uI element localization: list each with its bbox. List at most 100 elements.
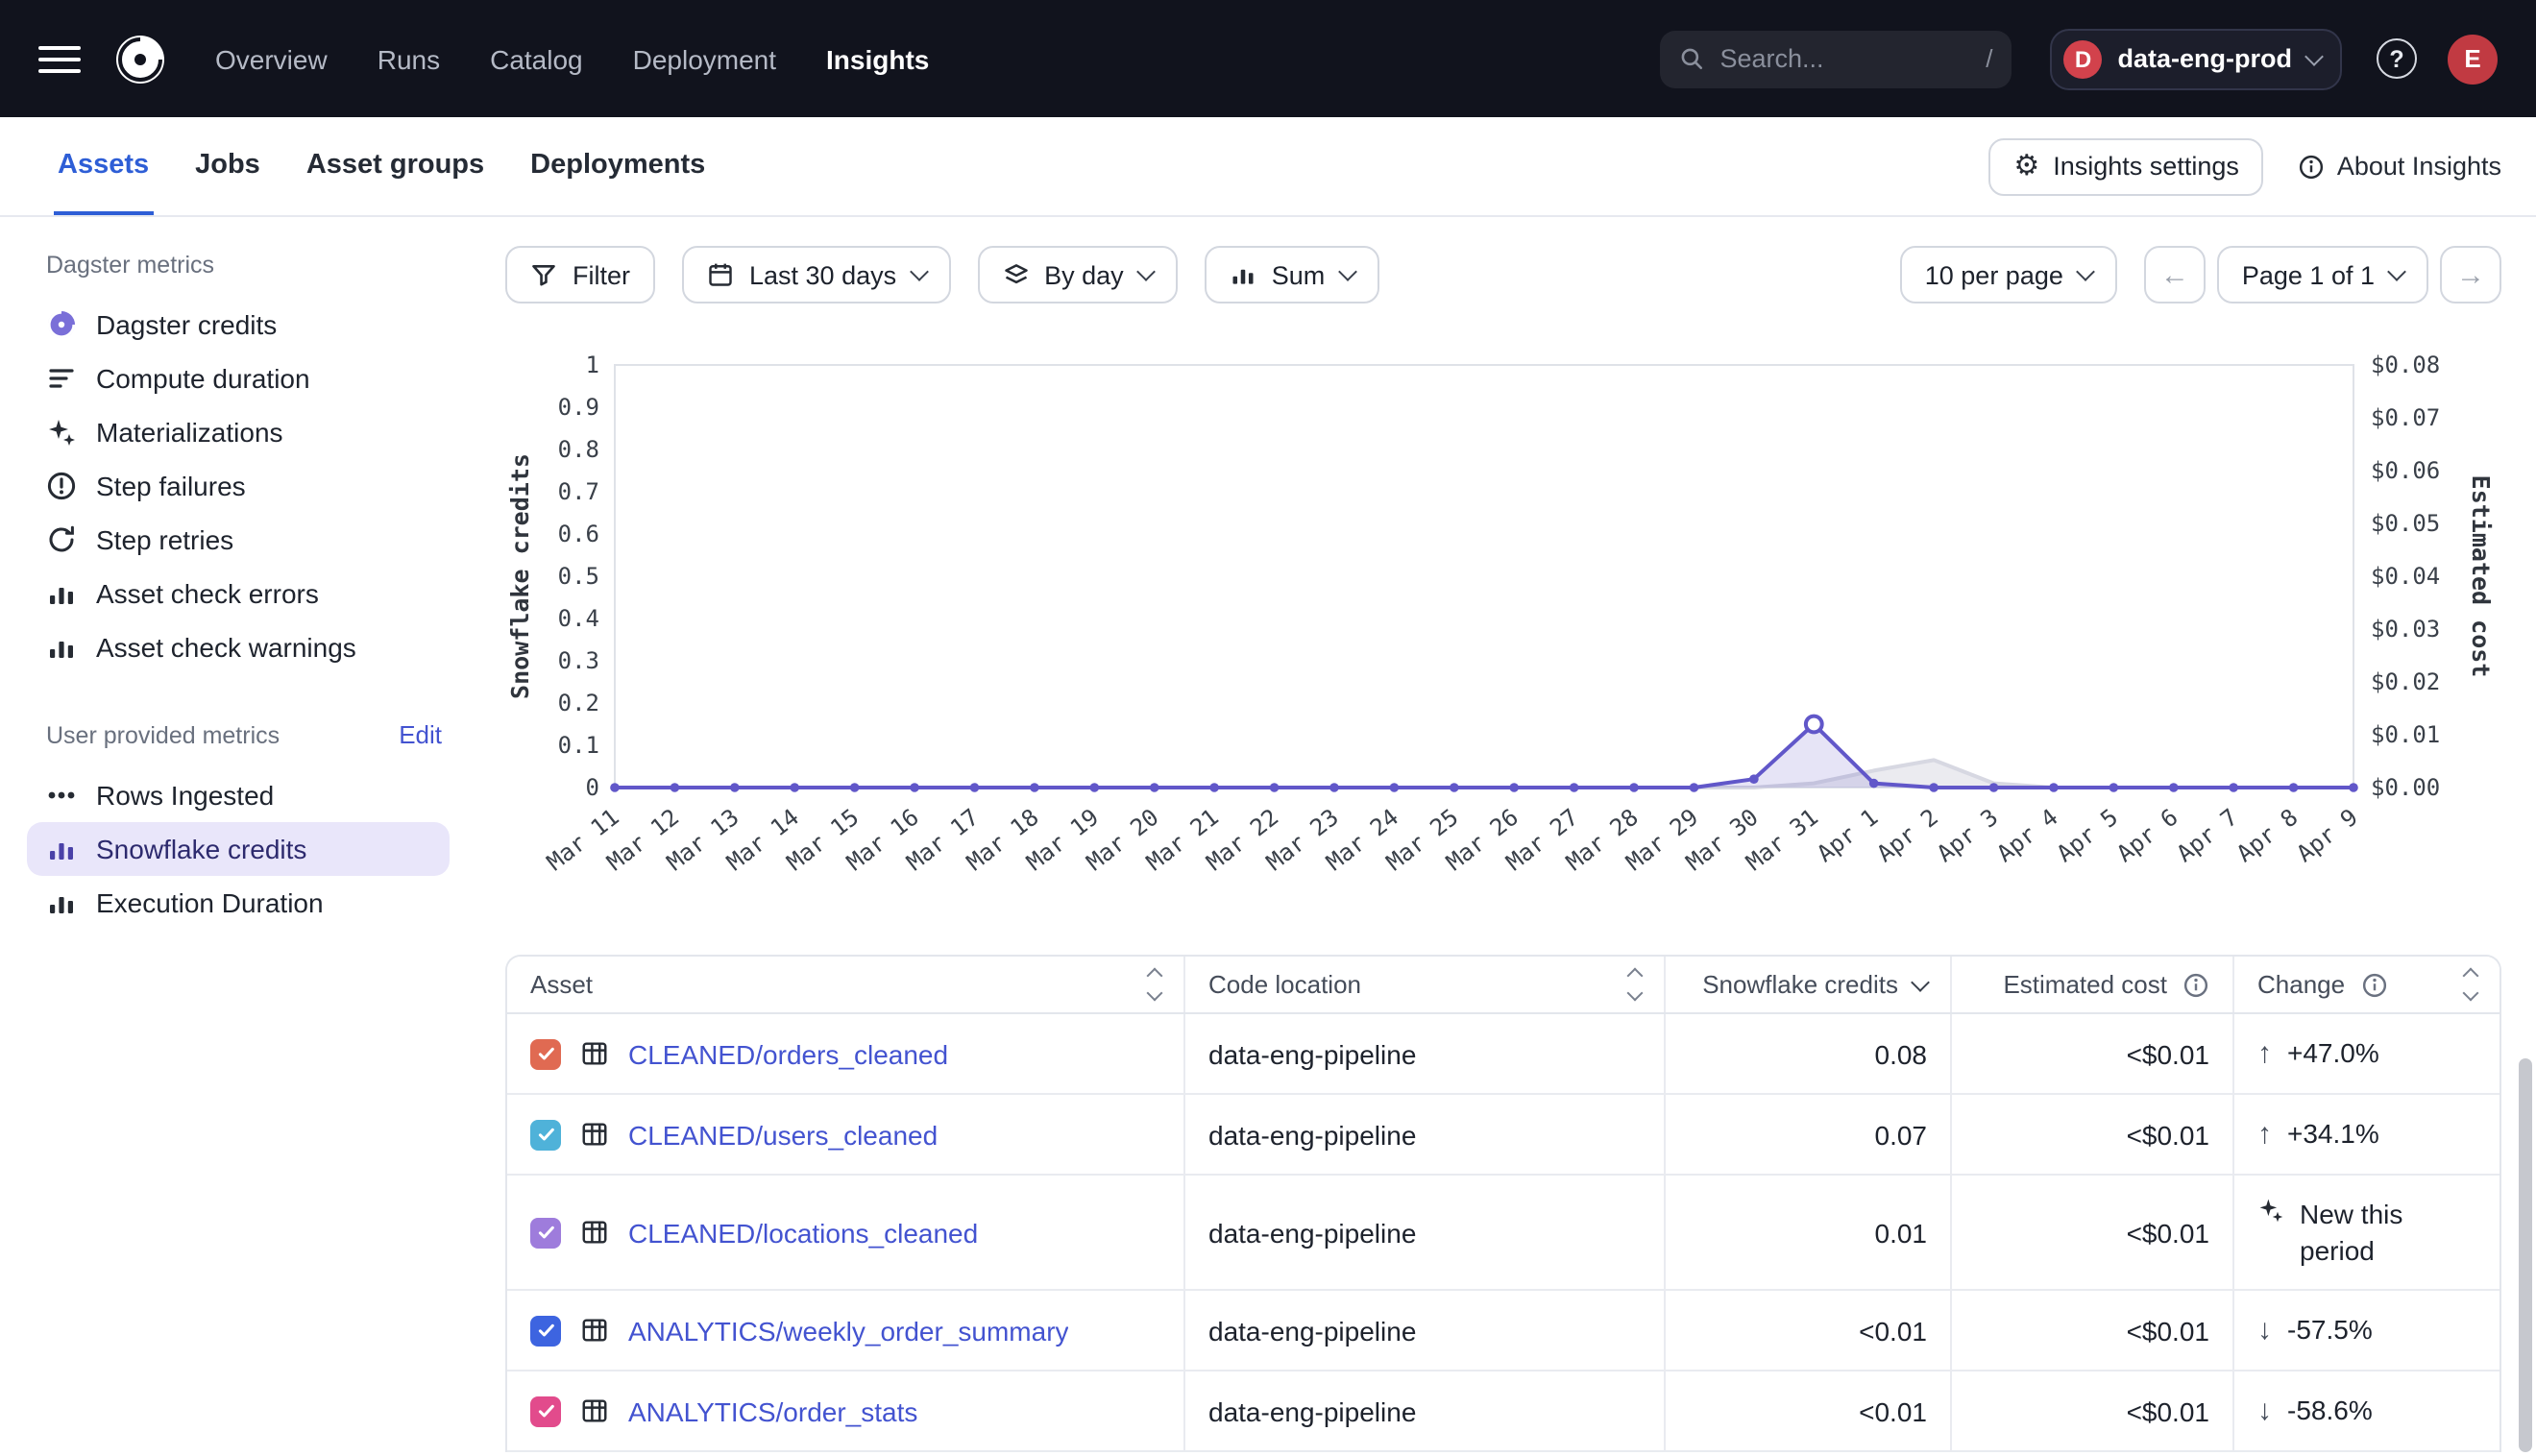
svg-text:$0.00: $0.00 <box>2371 774 2440 801</box>
row-checkbox[interactable] <box>530 1119 561 1150</box>
change-value: -58.6% <box>2287 1393 2373 1429</box>
asset-link[interactable]: ANALYTICS/order_stats <box>628 1395 917 1426</box>
col-code-location[interactable]: Code location <box>1183 957 1664 1012</box>
sidebar-item-snowflake-credits[interactable]: Snowflake credits <box>27 822 450 876</box>
sort-icon[interactable] <box>2465 970 2476 999</box>
asset-link[interactable]: CLEANED/users_cleaned <box>628 1119 938 1150</box>
change-cell: ↑+34.1% <box>2232 1095 2499 1174</box>
sidebar-item-rows-ingested[interactable]: Rows Ingested <box>27 768 450 822</box>
table-asset-icon <box>580 1316 609 1345</box>
row-checkbox[interactable] <box>530 1038 561 1069</box>
sort-icon[interactable] <box>1149 970 1160 999</box>
table-asset-icon <box>580 1039 609 1068</box>
dagster-logo-icon <box>111 30 169 87</box>
scrollbar-thumb[interactable] <box>2519 1058 2532 1452</box>
bar-chart-icon <box>46 632 77 663</box>
sidebar-item-compute-duration[interactable]: Compute duration <box>27 352 450 405</box>
sidebar-item-materializations[interactable]: Materializations <box>27 405 450 459</box>
search-input[interactable] <box>1720 44 1971 73</box>
col-snowflake-credits[interactable]: Snowflake credits <box>1664 957 1950 1012</box>
per-page-dropdown[interactable]: 10 per page <box>1900 246 2117 303</box>
sidebar-item-label: Compute duration <box>96 363 310 394</box>
svg-text:$0.03: $0.03 <box>2371 616 2440 643</box>
filter-button[interactable]: Filter <box>505 246 655 303</box>
metrics-sidebar: Dagster metrics Dagster creditsCompute d… <box>0 217 476 930</box>
dagster-metrics-list: Dagster credits Compute duration Materiali… <box>27 298 476 674</box>
sidebar-item-execution-duration[interactable]: Execution Duration <box>27 876 450 930</box>
date-range-dropdown[interactable]: Last 30 days <box>682 246 950 303</box>
bar-chart-icon <box>46 578 77 609</box>
svg-text:0.3: 0.3 <box>558 647 599 674</box>
snowflake-credits-cell: 0.07 <box>1664 1095 1950 1174</box>
sort-icon[interactable] <box>1629 970 1641 999</box>
svg-text:0.5: 0.5 <box>558 563 599 590</box>
snowflake-credits-cell: <0.01 <box>1664 1291 1950 1370</box>
asset-link[interactable]: ANALYTICS/weekly_order_summary <box>628 1315 1069 1346</box>
calendar-icon <box>707 261 734 288</box>
nav-deployment[interactable]: Deployment <box>633 43 776 74</box>
sidebar-item-step-failures[interactable]: Step failures <box>27 459 450 513</box>
row-checkbox[interactable] <box>530 1395 561 1426</box>
row-checkbox[interactable] <box>530 1217 561 1248</box>
help-icon[interactable]: ? <box>2377 38 2417 79</box>
estimated-cost-cell: <$0.01 <box>1950 1371 2232 1450</box>
svg-text:Apr 8: Apr 8 <box>2231 804 2303 868</box>
tab-asset-groups[interactable]: Asset groups <box>303 117 488 215</box>
col-change[interactable]: Change <box>2232 957 2499 1012</box>
step-failures-icon <box>46 471 77 501</box>
sidebar-item-asset-check-errors[interactable]: Asset check errors <box>27 567 450 620</box>
change-value: +47.0% <box>2287 1035 2379 1072</box>
credits-chart: 00.10.20.30.40.50.60.70.80.91$0.00$0.01$… <box>505 346 2501 907</box>
svg-text:Apr 7: Apr 7 <box>2172 804 2243 868</box>
svg-text:$0.05: $0.05 <box>2371 510 2440 537</box>
tab-assets[interactable]: Assets <box>54 117 153 215</box>
line-chart: 00.10.20.30.40.50.60.70.80.91$0.00$0.01$… <box>505 346 2503 907</box>
nav-overview[interactable]: Overview <box>215 43 328 74</box>
insights-settings-button[interactable]: ⚙ Insights settings <box>1988 137 2264 195</box>
row-checkbox[interactable] <box>530 1315 561 1346</box>
dagster-logo[interactable] <box>111 30 169 87</box>
user-avatar[interactable]: E <box>2448 34 2498 84</box>
sidebar-item-dagster-credits[interactable]: Dagster credits <box>27 298 450 352</box>
granularity-dropdown[interactable]: By day <box>977 246 1178 303</box>
next-page-button[interactable]: → <box>2440 246 2501 303</box>
table-row: CLEANED/orders_cleaned data-eng-pipeline0… <box>507 1014 2499 1095</box>
svg-text:Apr 2: Apr 2 <box>1872 804 1943 868</box>
prev-page-button[interactable]: ← <box>2144 246 2206 303</box>
svg-text:0.1: 0.1 <box>558 732 599 759</box>
deployment-name: data-eng-prod <box>2118 44 2293 73</box>
change-cell: New this period <box>2232 1176 2499 1289</box>
svg-text:Apr 9: Apr 9 <box>2292 804 2363 868</box>
estimated-cost-cell: <$0.01 <box>1950 1014 2232 1093</box>
tab-deployments[interactable]: Deployments <box>526 117 709 215</box>
sidebar-item-label: Dagster credits <box>96 309 277 340</box>
search-box[interactable]: / <box>1661 30 2012 87</box>
nav-catalog[interactable]: Catalog <box>490 43 583 74</box>
about-insights-link[interactable]: About Insights <box>2299 152 2501 181</box>
main-panel: Filter Last 30 days By day <box>476 217 2536 1452</box>
col-asset[interactable]: Asset <box>507 957 1183 1012</box>
menu-icon[interactable] <box>38 45 81 72</box>
page-indicator[interactable]: Page 1 of 1 <box>2217 246 2428 303</box>
top-nav: Overview Runs Catalog Deployment Insight… <box>0 0 2536 117</box>
change-value: -57.5% <box>2287 1312 2373 1348</box>
estimated-cost-cell: <$0.01 <box>1950 1095 2232 1174</box>
sidebar-item-step-retries[interactable]: Step retries <box>27 513 450 567</box>
change-cell: ↓-58.6% <box>2232 1371 2499 1450</box>
info-icon <box>2360 971 2387 998</box>
tab-jobs[interactable]: Jobs <box>191 117 264 215</box>
col-estimated-cost[interactable]: Estimated cost <box>1950 957 2232 1012</box>
svg-text:Apr 3: Apr 3 <box>1932 804 2003 868</box>
asset-link[interactable]: CLEANED/orders_cleaned <box>628 1038 948 1069</box>
nav-insights[interactable]: Insights <box>826 43 929 74</box>
aggregation-dropdown[interactable]: Sum <box>1205 246 1379 303</box>
edit-user-metrics-link[interactable]: Edit <box>399 720 442 749</box>
snowflake-credits-cell: 0.08 <box>1664 1014 1950 1093</box>
estimated-cost-cell: <$0.01 <box>1950 1176 2232 1289</box>
nav-runs[interactable]: Runs <box>378 43 440 74</box>
code-location-cell: data-eng-pipeline <box>1183 1014 1664 1093</box>
asset-cell: CLEANED/users_cleaned <box>507 1095 1183 1174</box>
sidebar-item-asset-check-warnings[interactable]: Asset check warnings <box>27 620 450 674</box>
deployment-switcher[interactable]: D data-eng-prod <box>2051 28 2343 89</box>
asset-link[interactable]: CLEANED/locations_cleaned <box>628 1217 978 1248</box>
